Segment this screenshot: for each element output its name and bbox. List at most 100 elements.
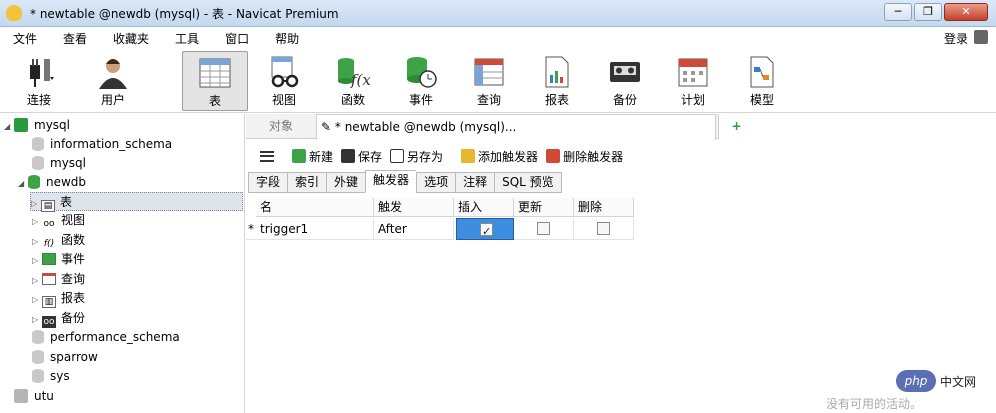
toolbar-model-button[interactable]: 模型 [729, 51, 795, 111]
close-button[interactable]: ✕ [944, 3, 988, 21]
toolbar-backup-button[interactable]: 备份 [592, 51, 658, 111]
column-header-name[interactable]: 名 [256, 198, 374, 217]
toolbar-label: 视图 [271, 93, 296, 107]
toolbar-schedule-button[interactable]: 计划 [660, 51, 726, 111]
toolbar-function-button[interactable]: f(x) 函数 [320, 51, 386, 111]
toolbar-label: 报表 [544, 93, 569, 107]
minimize-button[interactable]: ─ [884, 3, 912, 21]
tree-db-newdb[interactable]: ◢ newdb [18, 173, 86, 192]
toolbar-event-button[interactable]: 事件 [388, 51, 454, 111]
function-icon: f(x) [336, 55, 377, 89]
cell-delete[interactable] [574, 218, 634, 240]
add-trigger-button[interactable]: 添加触发器 [461, 148, 538, 165]
toolbar-view-button[interactable]: 视图 [251, 51, 317, 111]
event-clock-icon [42, 253, 56, 265]
toolbar-connection-button[interactable]: 连接 [6, 51, 72, 111]
database-icon [32, 330, 44, 344]
cell-update[interactable] [514, 218, 574, 240]
tab-options[interactable]: 选项 [416, 172, 456, 193]
designer-subtabs: 字段 索引 外键 触发器 选项 注释 SQL 预览 [248, 170, 562, 193]
tree-db-mysql[interactable]: mysql [32, 154, 86, 173]
save-as-button[interactable]: 另存为 [390, 148, 443, 165]
tree-node-events[interactable]: ▷ 事件 [32, 250, 85, 269]
tree-connection-utu[interactable]: utu [14, 387, 54, 406]
tree-node-tables[interactable]: ▷ ▤ 表 [30, 192, 243, 212]
tab-triggers[interactable]: 触发器 [365, 170, 417, 193]
toolbar-label: 函数 [340, 93, 365, 107]
collapsed-arrow-icon[interactable]: ▷ [32, 310, 42, 329]
update-checkbox[interactable] [537, 222, 550, 235]
collapsed-arrow-icon[interactable]: ▷ [32, 251, 42, 270]
column-header-insert[interactable]: 插入 [454, 198, 514, 217]
hamburger-menu-icon[interactable] [260, 150, 274, 162]
toolbar-report-button[interactable]: 报表 [524, 51, 590, 111]
tab-newtable-designer[interactable]: ✎ * newtable @newdb (mysql)... [316, 114, 716, 140]
tree-db-performance-schema[interactable]: performance_schema [32, 328, 180, 347]
menu-window[interactable]: 窗口 [212, 30, 262, 47]
menu-file[interactable]: 文件 [0, 30, 50, 47]
cell-trigger-name[interactable]: trigger1 [256, 218, 374, 240]
database-icon [32, 350, 44, 364]
column-header-fires[interactable]: 触发 [374, 198, 454, 217]
tree-node-reports[interactable]: ▷ ▥ 报表 [32, 289, 85, 308]
collapsed-arrow-icon[interactable]: ▷ [32, 290, 42, 309]
tree-label: information_schema [50, 137, 173, 151]
tree-label: 报表 [61, 291, 86, 305]
cell-fires[interactable]: After [374, 218, 454, 240]
tree-node-functions[interactable]: ▷ f() 函数 [32, 231, 85, 251]
main-toolbar: 连接 用户 表 视图 f(x) 函数 事件 查询 [0, 49, 996, 113]
save-button[interactable]: 保存 [341, 148, 382, 165]
new-button[interactable]: 新建 [292, 148, 333, 165]
tree-db-sys[interactable]: sys [32, 367, 70, 386]
title-bar: * newtable @newdb (mysql) - 表 - Navicat … [0, 0, 996, 27]
tab-fields[interactable]: 字段 [248, 172, 288, 193]
user-account-icon[interactable] [974, 30, 988, 44]
navicat-app-icon [6, 5, 22, 21]
action-label: 另存为 [407, 149, 444, 164]
toolbar-query-button[interactable]: 查询 [456, 51, 522, 111]
delete-checkbox[interactable] [597, 222, 610, 235]
login-link[interactable]: 登录 [944, 30, 968, 47]
tab-foreign-keys[interactable]: 外键 [326, 172, 366, 193]
toolbar-user-button[interactable]: 用户 [80, 51, 146, 111]
menu-bar: 文件 查看 收藏夹 工具 窗口 帮助 登录 [0, 27, 996, 49]
event-clock-icon [404, 55, 438, 89]
action-label: 删除触发器 [563, 149, 624, 164]
tree-db-information-schema[interactable]: information_schema [32, 135, 172, 154]
tab-objects[interactable]: 对象 [246, 114, 316, 139]
column-header-update[interactable]: 更新 [514, 198, 574, 217]
tree-node-views[interactable]: ▷ oo 视图 [32, 211, 85, 231]
collapsed-arrow-icon[interactable]: ▷ [32, 232, 42, 251]
cell-insert[interactable] [456, 218, 514, 243]
designer-action-bar: 新建 保存 另存为 添加触发器 删除触发器 [246, 142, 754, 170]
menu-favorites[interactable]: 收藏夹 [100, 30, 162, 47]
tree-label: 事件 [61, 252, 86, 266]
tree-label: mysql [50, 156, 86, 170]
tree-node-backups[interactable]: ▷ oo 备份 [32, 309, 85, 328]
column-header-delete[interactable]: 删除 [574, 198, 634, 217]
insert-checkbox[interactable] [480, 221, 493, 243]
collapsed-arrow-icon[interactable]: ▷ [32, 271, 42, 290]
menu-tools[interactable]: 工具 [162, 30, 212, 47]
tab-sql-preview[interactable]: SQL 预览 [494, 172, 562, 193]
tab-label: * newtable @newdb (mysql)... [334, 120, 517, 134]
toolbar-label: 用户 [100, 93, 125, 107]
collapsed-arrow-icon[interactable]: ▷ [32, 212, 42, 231]
tree-node-queries[interactable]: ▷ 查询 [32, 270, 85, 289]
report-icon: ▥ [42, 296, 56, 308]
expanded-arrow-icon[interactable]: ◢ [18, 174, 28, 193]
delete-trigger-button[interactable]: 删除触发器 [546, 148, 623, 165]
expanded-arrow-icon[interactable]: ◢ [4, 117, 14, 136]
tree-db-sparrow[interactable]: sparrow [32, 348, 98, 367]
toolbar-table-button[interactable]: 表 [182, 51, 248, 111]
restore-button[interactable]: ❐ [914, 3, 942, 21]
menu-help[interactable]: 帮助 [262, 30, 312, 47]
backup-tape-icon [608, 55, 642, 89]
tree-connection-mysql[interactable]: ◢ mysql [4, 116, 70, 135]
tab-comment[interactable]: 注释 [455, 172, 495, 193]
new-tab-plus-icon[interactable]: + [718, 114, 754, 139]
menu-view[interactable]: 查看 [50, 30, 100, 47]
row-marker: * [246, 218, 256, 240]
tab-indexes[interactable]: 索引 [287, 172, 327, 193]
database-open-icon [28, 175, 40, 189]
